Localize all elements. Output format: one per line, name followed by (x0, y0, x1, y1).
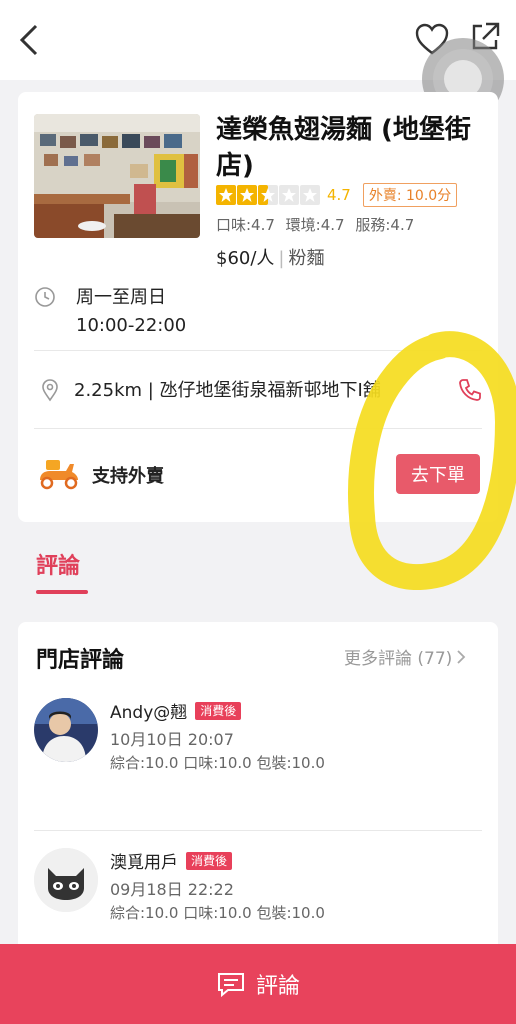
avatar[interactable] (34, 848, 98, 912)
review-time: 09月18日 22:22 (110, 880, 234, 899)
shop-address: 2.25km | 氹仔地堡街泉福新邨地下I舖 (74, 380, 381, 401)
price-row: $60/人 | 粉麵 (216, 244, 325, 270)
avatar[interactable] (34, 698, 98, 762)
delivery-score-badge: 外賣: 10.0分 (362, 183, 458, 207)
write-review-button[interactable]: 評論 (0, 944, 516, 1024)
star-half-icon (258, 185, 278, 205)
star-full-icon (216, 185, 236, 205)
status-badge: 消費後 (195, 701, 242, 720)
chevron-left-icon (19, 24, 38, 56)
opening-days: 周一至周日 (76, 287, 166, 308)
opening-hours-row: 周一至周日 10:00-22:00 (34, 284, 484, 342)
shop-info-card: 達榮魚翅湯麵 (地堡街店) 4.7 外賣: 10.0分 口味:4.7 環境:4.… (18, 92, 498, 522)
reviews-card: 門店評論 更多評論 (77) Andy@翹 消費後 10月10日 20:07 綜… (18, 622, 498, 962)
price-separator: | (278, 248, 285, 269)
shop-photo[interactable] (34, 114, 200, 238)
reviews-section-title: 門店評論 (36, 648, 125, 673)
rating-row: 4.7 外賣: 10.0分 (216, 183, 458, 207)
status-badge: 消費後 (186, 851, 233, 870)
shop-category: 粉麵 (288, 248, 325, 269)
review-time: 10月10日 20:07 (110, 730, 234, 749)
chevron-right-icon (457, 649, 466, 664)
star-empty-icon (300, 185, 320, 205)
review-item[interactable]: Andy@翹 消費後 10月10日 20:07 綜合:10.0 口味:10.0 … (34, 698, 484, 778)
opening-time: 10:00-22:00 (76, 315, 187, 336)
reviewer-name-row: 澳覓用戶 消費後 (110, 848, 233, 873)
sub-scores: 口味:4.7 環境:4.7 服務:4.7 (216, 216, 415, 234)
divider (34, 428, 482, 429)
delivery-scooter-icon (40, 460, 78, 490)
user-photo-avatar (34, 698, 98, 762)
opening-hours-text: 周一至周日 10:00-22:00 (76, 284, 186, 340)
comment-icon (217, 973, 244, 997)
default-avatar-icon (34, 848, 98, 912)
write-review-label: 評論 (255, 974, 300, 999)
more-reviews-label: 更多評論 (77) (344, 649, 453, 669)
delivery-support-label: 支持外賣 (92, 466, 164, 487)
address-row[interactable]: 2.25km | 氹仔地堡街泉福新邨地下I舖 (34, 374, 484, 406)
back-button[interactable] (14, 20, 46, 60)
phone-icon[interactable] (456, 376, 484, 404)
review-scores: 綜合:10.0 口味:10.0 包裝:10.0 (110, 754, 325, 772)
star-full-icon (237, 185, 257, 205)
delivery-row: 支持外賣 去下單 (34, 450, 484, 498)
shop-interior-image (34, 114, 200, 238)
reviewer-name-row: Andy@翹 消費後 (110, 698, 242, 723)
shop-name: 達榮魚翅湯麵 (地堡街店) (216, 115, 471, 181)
clock-icon (35, 287, 55, 307)
order-button[interactable]: 去下單 (396, 454, 480, 494)
star-rating (216, 185, 321, 205)
reviewer-name: 澳覓用戶 (110, 853, 178, 873)
review-scores: 綜合:10.0 口味:10.0 包裝:10.0 (110, 904, 325, 922)
price-per-person: $60/人 (216, 248, 275, 269)
divider (34, 350, 482, 351)
divider (34, 830, 482, 831)
review-item[interactable]: 澳覓用戶 消費後 09月18日 22:22 綜合:10.0 口味:10.0 包裝… (34, 848, 484, 928)
location-pin-icon (42, 379, 58, 402)
tab-reviews[interactable]: 評論 (36, 548, 80, 580)
reviewer-name: Andy@翹 (110, 703, 188, 723)
star-empty-icon (279, 185, 299, 205)
rating-value: 4.7 (327, 186, 351, 204)
tab-active-indicator (36, 590, 88, 594)
more-reviews-link[interactable]: 更多評論 (77) (344, 644, 466, 669)
